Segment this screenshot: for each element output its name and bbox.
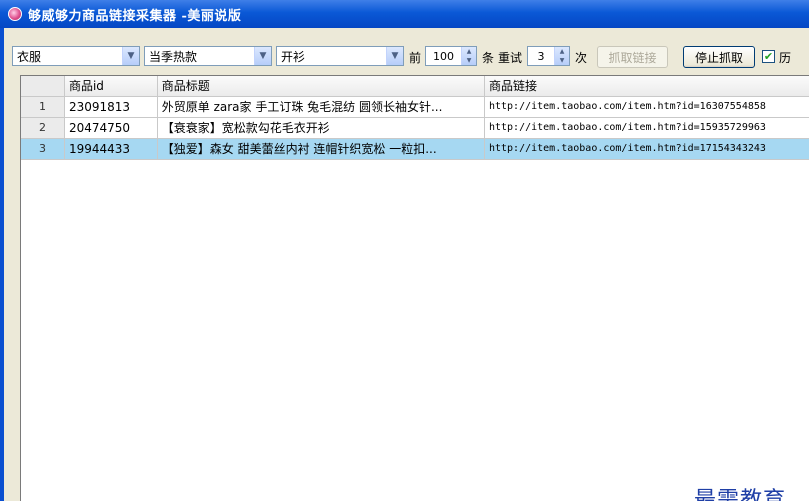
- results-table: 商品id 商品标题 商品链接 1 23091813 外贸原单 zara家 手工订…: [21, 76, 809, 160]
- toolbar: 衣服 ▼ 当季热款 ▼ 开衫 ▼ 前 100 ▲ ▼ 条 重试 3 ▲ ▼ 次 抓取…: [8, 46, 809, 70]
- cell-link[interactable]: http://item.taobao.com/item.htm?id=16307…: [484, 96, 809, 118]
- column-header-id[interactable]: 商品id: [64, 76, 158, 97]
- history-checkbox[interactable]: ✔: [762, 50, 775, 63]
- chevron-down-icon[interactable]: ▼: [386, 47, 403, 65]
- count-unit-label: 条: [482, 51, 495, 65]
- category-select-2-value: 当季热款: [149, 49, 198, 64]
- fetch-links-button[interactable]: 抓取链接: [597, 46, 668, 68]
- history-label: 历: [779, 51, 792, 65]
- chevron-down-icon[interactable]: ▼: [254, 47, 271, 65]
- row-number[interactable]: 3: [21, 138, 65, 160]
- table-row[interactable]: 1 23091813 外贸原单 zara家 手工订珠 兔毛混纺 圆领长袖女针..…: [21, 96, 809, 118]
- retry-stepper-buttons[interactable]: ▲ ▼: [554, 47, 569, 65]
- cell-title[interactable]: 【衰衰家】宽松款勾花毛衣开衫: [157, 117, 485, 139]
- watermark-text: 最需教育: [694, 488, 787, 501]
- cell-title[interactable]: 外贸原单 zara家 手工订珠 兔毛混纺 圆领长袖女针...: [157, 96, 485, 118]
- cell-title[interactable]: 【独爱】森女 甜美蕾丝内衬 连帽针织宽松 一粒扣...: [157, 138, 485, 160]
- chevron-down-icon[interactable]: ▼: [122, 47, 139, 65]
- table-header-row: 商品id 商品标题 商品链接: [21, 76, 809, 97]
- results-grid[interactable]: 商品id 商品标题 商品链接 1 23091813 外贸原单 zara家 手工订…: [20, 75, 809, 501]
- app-icon: [8, 7, 22, 21]
- count-value: 100: [433, 49, 454, 63]
- retry-value: 3: [537, 49, 545, 63]
- front-label: 前: [409, 51, 422, 65]
- category-select-1-value: 衣服: [17, 49, 42, 64]
- window-title: 够威够力商品链接采集器 -美丽说版: [28, 8, 242, 24]
- count-stepper-buttons[interactable]: ▲ ▼: [461, 47, 476, 65]
- table-row-selected[interactable]: 3 19944433 【独爱】森女 甜美蕾丝内衬 连帽针织宽松 一粒扣... h…: [21, 138, 809, 160]
- category-select-3[interactable]: 开衫 ▼: [276, 46, 404, 66]
- row-header-corner: [21, 76, 65, 97]
- stop-fetch-button[interactable]: 停止抓取: [683, 46, 755, 68]
- cell-link[interactable]: http://item.taobao.com/item.htm?id=17154…: [484, 138, 809, 160]
- cell-id[interactable]: 23091813: [64, 96, 158, 118]
- retry-unit-label: 次: [575, 51, 588, 65]
- category-select-3-value: 开衫: [281, 49, 306, 64]
- cell-id[interactable]: 19944433: [64, 138, 158, 160]
- row-number[interactable]: 2: [21, 117, 65, 139]
- category-select-2[interactable]: 当季热款 ▼: [144, 46, 272, 66]
- retry-label: 重试: [498, 51, 523, 65]
- category-select-1[interactable]: 衣服 ▼: [12, 46, 140, 66]
- retry-stepper[interactable]: 3 ▲ ▼: [527, 46, 570, 66]
- cell-id[interactable]: 20474750: [64, 117, 158, 139]
- column-header-title[interactable]: 商品标题: [157, 76, 485, 97]
- table-row[interactable]: 2 20474750 【衰衰家】宽松款勾花毛衣开衫 http://item.ta…: [21, 117, 809, 139]
- cell-link[interactable]: http://item.taobao.com/item.htm?id=15935…: [484, 117, 809, 139]
- count-stepper[interactable]: 100 ▲ ▼: [425, 46, 477, 66]
- main-window: 衣服 ▼ 当季热款 ▼ 开衫 ▼ 前 100 ▲ ▼ 条 重试 3 ▲ ▼ 次 抓取…: [0, 28, 809, 501]
- title-bar[interactable]: 够威够力商品链接采集器 -美丽说版: [0, 0, 809, 28]
- row-number[interactable]: 1: [21, 96, 65, 118]
- column-header-link[interactable]: 商品链接: [484, 76, 809, 97]
